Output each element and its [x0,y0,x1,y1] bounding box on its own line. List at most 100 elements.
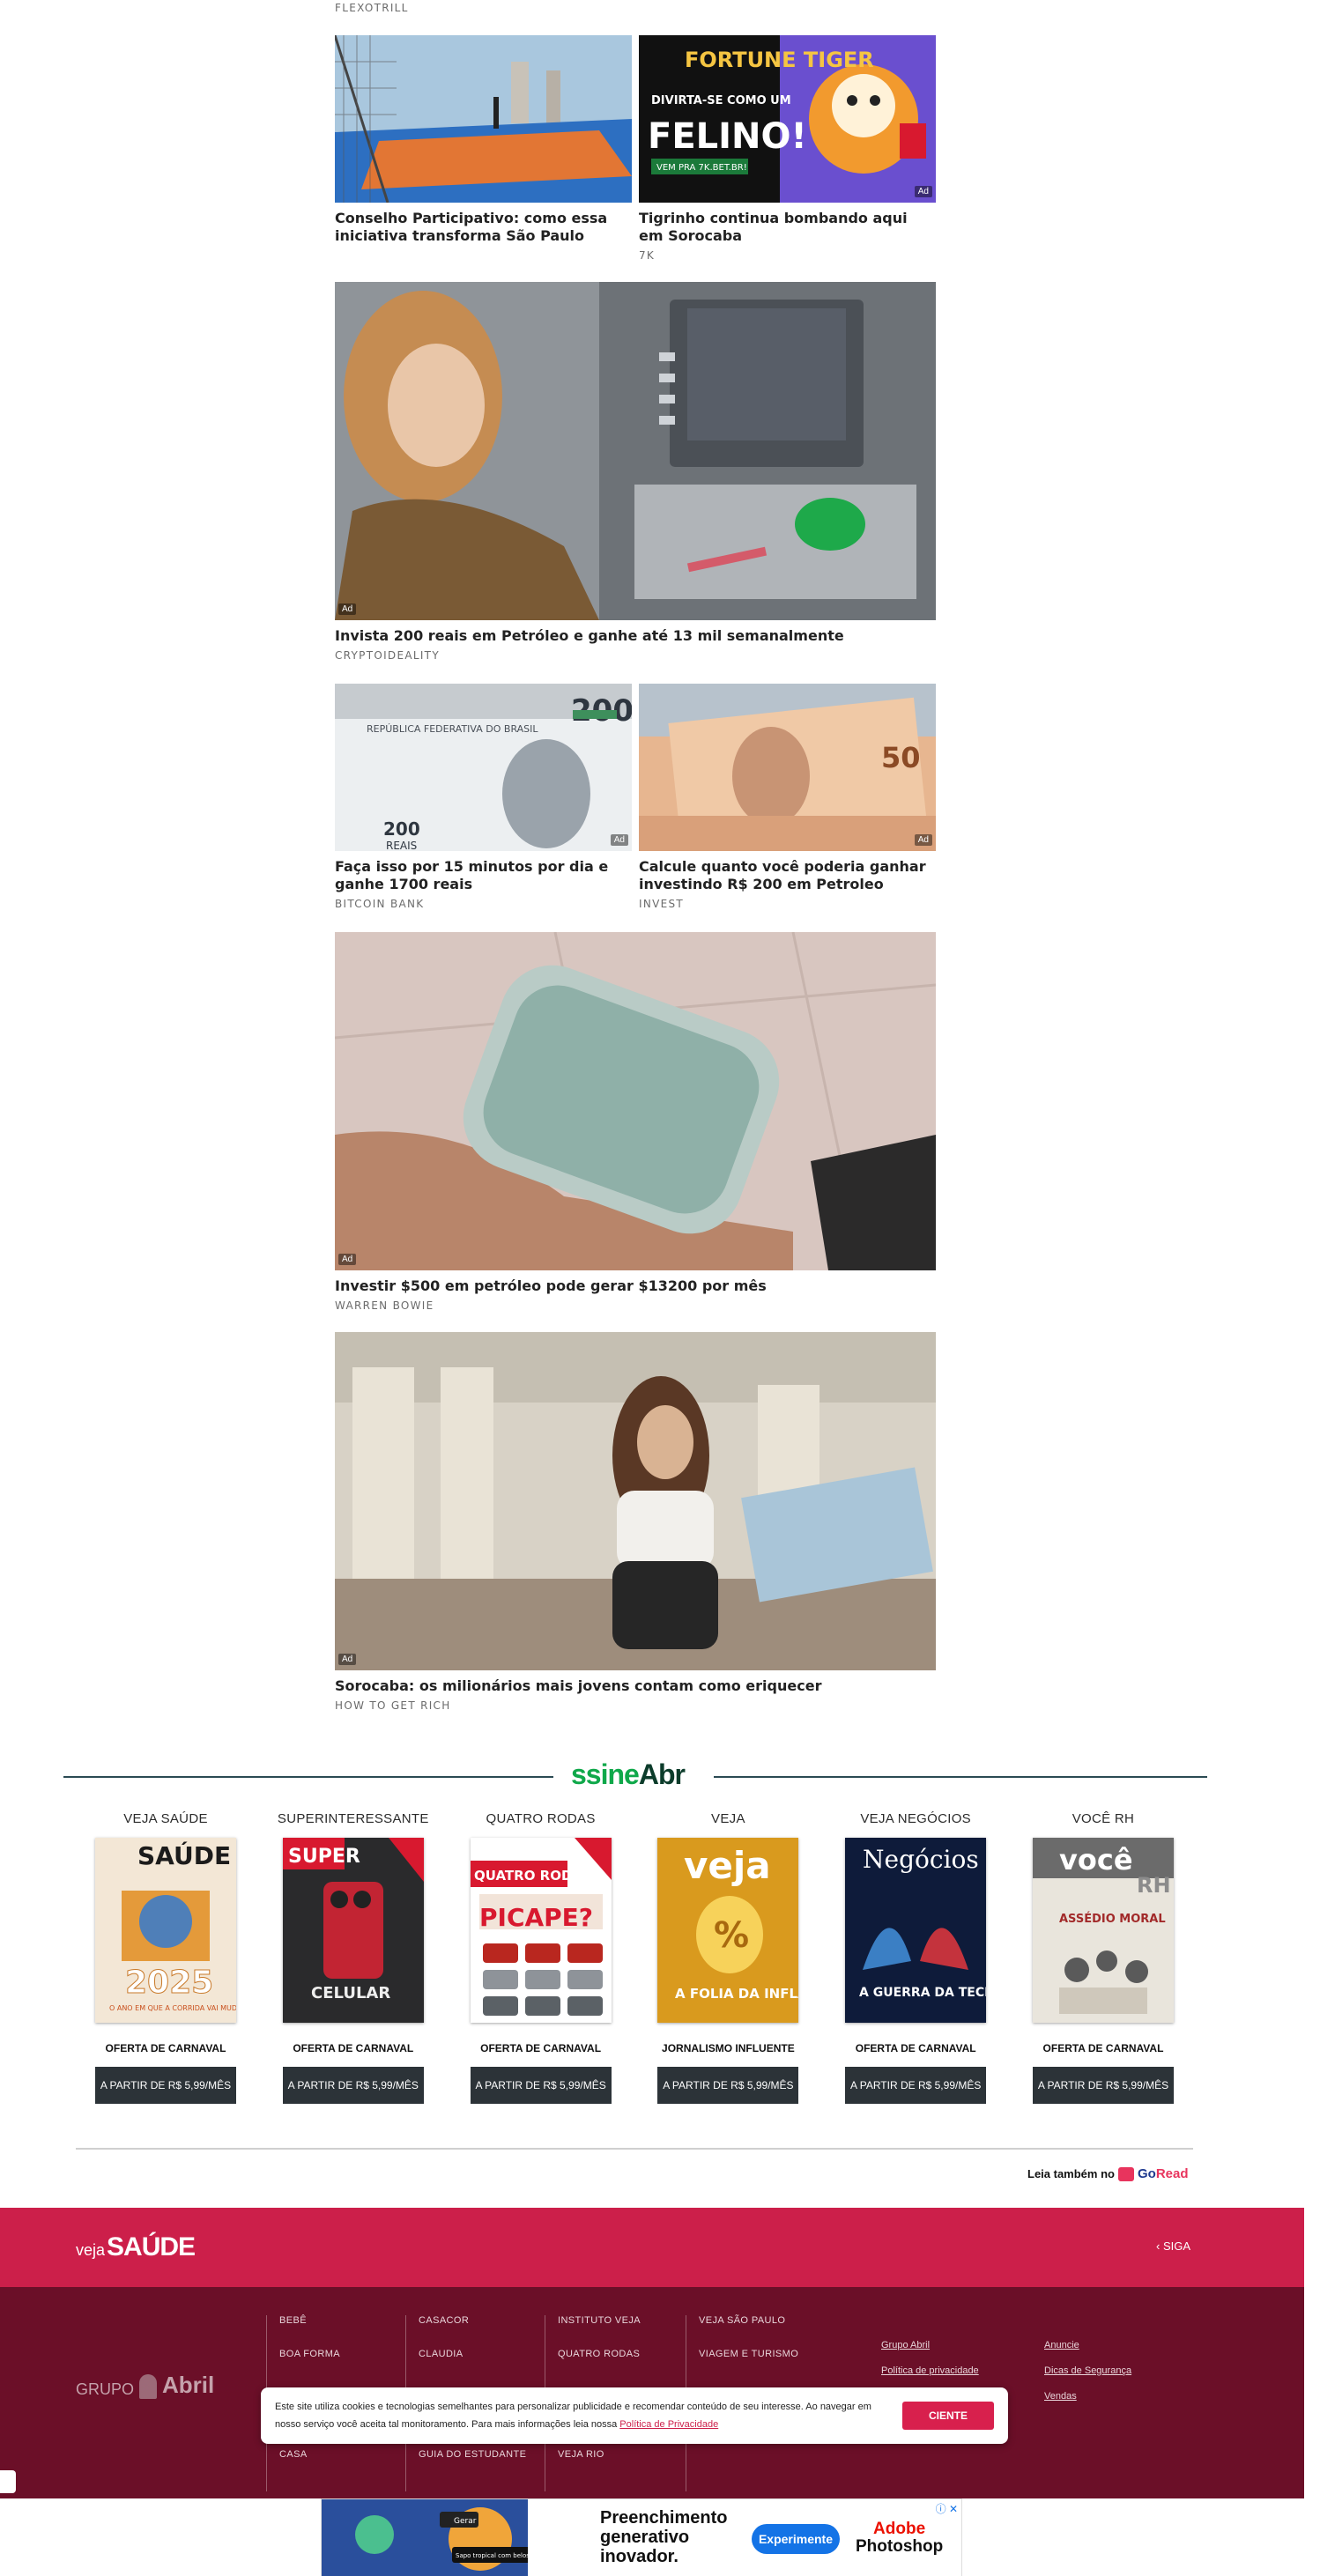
magazine-cover[interactable]: SAÚDE 2025 O ANO EM QUE A CORRIDA VAI MU… [95,1838,236,2023]
footer-link[interactable]: VEJA SÃO PAULO [699,2315,798,2349]
magazine-item: SUPERINTERESSANTE SUPER CELULAR OFERTA D… [276,1811,431,2104]
divider [63,1776,553,1778]
source-label: HOW TO GET RICH [335,1699,451,1712]
footer-link[interactable]: BOA FORMA [279,2349,340,2382]
sponsored-card[interactable]: Ad Sorocaba: os milionários mais jovens … [335,1332,936,1712]
footer-link[interactable]: QUATRO RODAS [558,2349,641,2382]
source-label: 7K [639,249,656,262]
magazine-cover[interactable]: Negócios A GUERRA DA TECNOLOGIA [845,1838,987,2023]
photoshop-ad-banner[interactable]: Gerar Sapo tropical com belos detalhes..… [321,2498,962,2576]
banknote-200-image[interactable]: REPÚBLICA FEDERATIVA DO BRASIL 200 200 R… [335,684,632,851]
headline[interactable]: Faça isso por 15 minutos por dia e ganhe… [335,858,632,893]
headline[interactable]: Conselho Participativo: como essa inicia… [335,210,632,245]
sponsored-card[interactable]: Conselho Participativo: como essa inicia… [335,35,632,262]
sponsored-card[interactable]: Ad Investir $500 em petróleo pode gerar … [335,932,936,1312]
accept-cookies-button[interactable]: CIENTE [902,2402,994,2430]
headline[interactable]: Tigrinho continua bombando aqui em Soroc… [639,210,936,245]
magazine-item: QUATRO RODAS QUATRO RODAS PICAPE? OFERTA… [463,1811,619,2104]
footer-link[interactable]: VEJA RIO [558,2449,641,2483]
side-tab[interactable] [0,2470,16,2493]
footer-link[interactable]: BEBÊ [279,2315,340,2349]
svg-text:VEM PRA 7K.BET.BR!: VEM PRA 7K.BET.BR! [656,163,747,173]
headline[interactable]: Sorocaba: os milionários mais jovens con… [335,1677,936,1695]
ad-badge: Ad [610,834,628,846]
magazine-list: VEJA SAÚDE SAÚDE 2025 O ANO EM QUE A COR… [62,1811,1207,2104]
svg-text:FORTUNE TIGER: FORTUNE TIGER [685,48,874,72]
svg-text:FELINO!: FELINO! [648,116,807,157]
grupo-abril-logo[interactable]: GRUPO Abril [76,2372,214,2399]
share-icon: ‹ [1156,2239,1163,2253]
sponsored-card[interactable]: Ad Invista 200 reais em Petróleo e ganhe… [335,282,936,662]
svg-text:SAÚDE: SAÚDE [137,1840,231,1870]
magazine-cover[interactable]: SUPER CELULAR [282,1838,424,2023]
subscribe-button[interactable]: A PARTIR DE R$ 5,99/MÊS [1032,2067,1174,2104]
goread-link[interactable]: Leia também no GoRead [1027,2166,1189,2181]
sponsored-row: Conselho Participativo: como essa inicia… [335,35,936,262]
svg-text:SUPER: SUPER [288,1846,360,1868]
cookie-banner: Este site utiliza cookies e tecnologias … [261,2387,1008,2444]
adobe-photoshop-logo: Adobe Photoshop [856,2520,944,2556]
cookie-text: Este site utiliza cookies e tecnologias … [275,2402,871,2430]
magazine-item: VEJA NEGÓCIOS Negócios A GUERRA DA TECNO… [838,1811,993,2104]
svg-text:A GUERRA DA TECNOLOGIA: A GUERRA DA TECNOLOGIA [859,1986,986,2000]
svg-text:2025: 2025 [125,1965,213,2001]
privacy-policy-link[interactable]: Política de Privacidade [619,2419,718,2430]
svg-text:REPÚBLICA FEDERATIVA DO BRASIL: REPÚBLICA FEDERATIVA DO BRASIL [367,723,538,735]
subscribe-button[interactable]: A PARTIR DE R$ 5,99/MÊS [470,2067,612,2104]
ad-badge: Ad [338,1654,357,1665]
footer-link[interactable]: CLAUDIA [419,2349,526,2382]
experimente-button[interactable]: Experimente [752,2524,840,2554]
footer-link[interactable]: CASACOR [419,2315,526,2349]
magazine-cover[interactable]: você RH ASSÉDIO MORAL [1032,1838,1174,2023]
footer-link[interactable]: GUIA DO ESTUDANTE [419,2449,526,2483]
goread-logo: GoRead [1137,2166,1189,2181]
frog-ad-image: Gerar Sapo tropical com belos detalhes..… [322,2499,564,2576]
sponsored-card[interactable]: REPÚBLICA FEDERATIVA DO BRASIL 200 200 R… [335,684,632,910]
svg-text:%: % [714,1915,749,1956]
tiger-game-ad-image[interactable]: FORTUNE TIGER DIVIRTA-SE COMO UM FELINO!… [639,35,936,203]
headline[interactable]: Calcule quanto você poderia ganhar inves… [639,858,936,893]
assine-abril-logo[interactable]: ssineAbr [571,1758,686,1791]
svg-text:A FOLIA DA INFLAÇÃO: A FOLIA DA INFLAÇÃO [675,1985,798,2002]
footer-link[interactable]: INSTITUTO VEJA [558,2315,641,2349]
magazine-name: VOCÊ RH [1072,1811,1135,1826]
money-roll-image[interactable]: Ad [335,932,936,1270]
sponsored-row: REPÚBLICA FEDERATIVA DO BRASIL 200 200 R… [335,684,936,910]
ad-info-icon[interactable]: ⓘ ✕ [936,2501,958,2516]
svg-text:você: você [1059,1843,1133,1876]
subscribe-button[interactable]: A PARTIR DE R$ 5,99/MÊS [657,2067,799,2104]
svg-text:CELULAR: CELULAR [311,1984,390,2002]
subscribe-button[interactable]: A PARTIR DE R$ 5,99/MÊS [95,2067,236,2104]
svg-text:Sapo tropical com belos detalh: Sapo tropical com belos detalhes... [456,2552,528,2559]
headline[interactable]: Invista 200 reais em Petróleo e ganhe at… [335,627,936,645]
svg-text:O ANO EM QUE A CORRIDA VAI MUD: O ANO EM QUE A CORRIDA VAI MUDAR A SUA V… [109,2004,236,2012]
magazine-cover[interactable]: QUATRO RODAS PICAPE? [470,1838,612,2023]
headline[interactable]: Investir $500 em petróleo pode gerar $13… [335,1277,936,1295]
footer-link[interactable]: Dicas de Segurança [1044,2365,1131,2391]
subscribe-button[interactable]: A PARTIR DE R$ 5,99/MÊS [282,2067,424,2104]
tree-icon [139,2374,158,2399]
banknote-stack-image[interactable]: 50 Ad [639,684,936,851]
offer-label: OFERTA DE CARNAVAL [293,2042,414,2054]
ad-badge: Ad [338,1254,357,1265]
svg-text:QUATRO RODAS: QUATRO RODAS [474,1868,592,1884]
woman-pool-image[interactable]: Ad [335,1332,936,1670]
veja-saude-logo[interactable]: vejaSAÚDE [76,2232,196,2262]
footer-link[interactable]: Grupo Abril [881,2340,979,2365]
footer-link[interactable]: VIAGEM E TURISMO [699,2349,798,2382]
magazine-cover[interactable]: veja % A FOLIA DA INFLAÇÃO [657,1838,799,2023]
subscribe-button[interactable]: A PARTIR DE R$ 5,99/MÊS [845,2067,987,2104]
sponsored-card[interactable]: FORTUNE TIGER DIVIRTA-SE COMO UM FELINO!… [639,35,936,262]
footer-link[interactable]: CASA [279,2449,340,2483]
magazine-name: VEJA NEGÓCIOS [860,1811,971,1826]
magazine-item: VEJA SAÚDE SAÚDE 2025 O ANO EM QUE A COR… [88,1811,243,2104]
svg-text:200: 200 [383,818,420,840]
sponsored-card[interactable]: 50 Ad Calcule quanto você poderia ganhar… [639,684,936,910]
basketball-court-image[interactable] [335,35,632,203]
atm-woman-image[interactable]: Ad [335,282,936,620]
siga-button[interactable]: ‹ SIGA [1156,2239,1190,2253]
site-header: vejaSAÚDE ‹ SIGA [0,2208,1304,2287]
ad-badge: Ad [914,186,932,197]
footer-link[interactable]: Anuncie [1044,2340,1131,2365]
footer-link[interactable]: Vendas [1044,2391,1131,2417]
